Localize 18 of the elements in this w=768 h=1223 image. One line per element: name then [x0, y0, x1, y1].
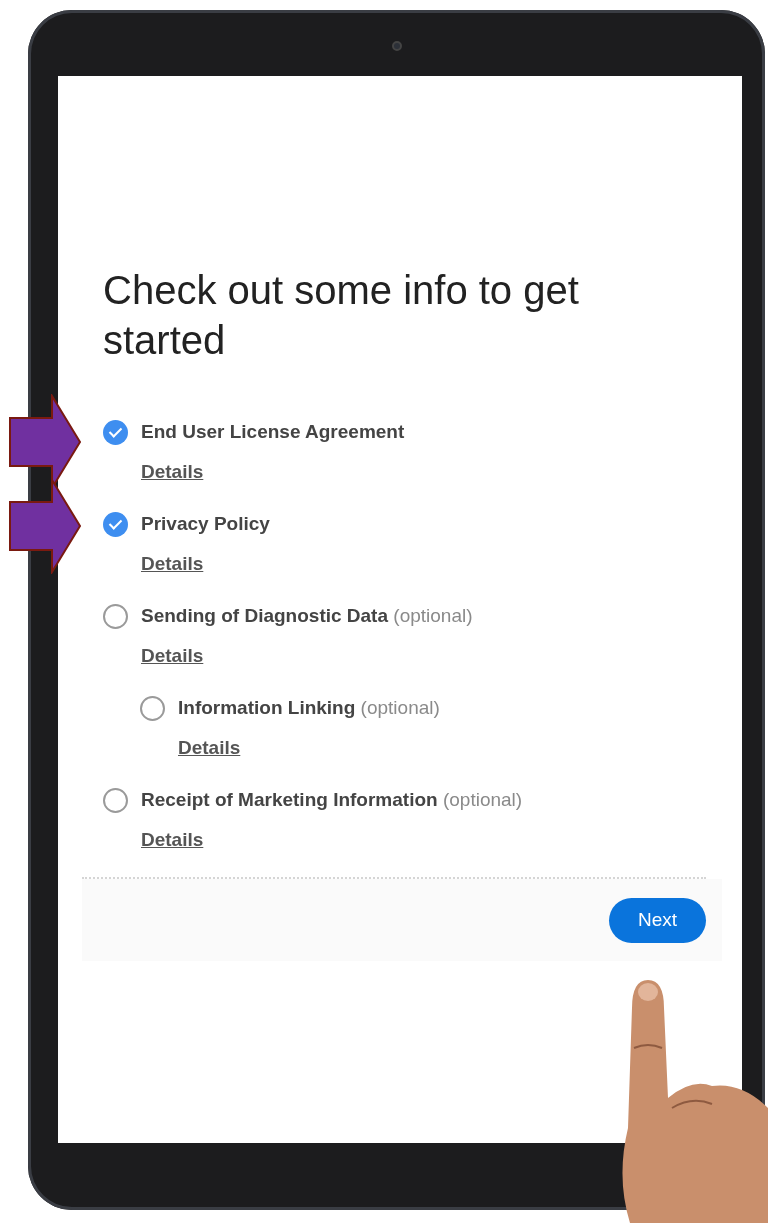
item-label: Receipt of Marketing Information (optional) [141, 787, 523, 812]
details-link[interactable]: Details [141, 457, 204, 487]
details-link[interactable]: Details [141, 825, 204, 855]
checkbox[interactable] [140, 695, 165, 721]
details-link[interactable]: Details [141, 641, 204, 671]
item-label: End User License Agreement [141, 419, 405, 444]
checkbox[interactable] [103, 603, 128, 629]
camera-icon [392, 41, 402, 51]
item-label: Sending of Diagnostic Data (optional) [141, 603, 473, 628]
next-button[interactable]: Next [609, 897, 706, 943]
page-title: Check out some info to get started [103, 267, 580, 364]
details-link[interactable]: Details [141, 549, 204, 579]
item-label: Privacy Policy [141, 511, 270, 536]
details-link[interactable]: Details [178, 733, 241, 763]
checkbox[interactable] [103, 419, 128, 445]
checkbox[interactable] [103, 787, 128, 813]
item-label: Information Linking (optional) [178, 695, 440, 720]
checkbox[interactable] [103, 511, 128, 537]
